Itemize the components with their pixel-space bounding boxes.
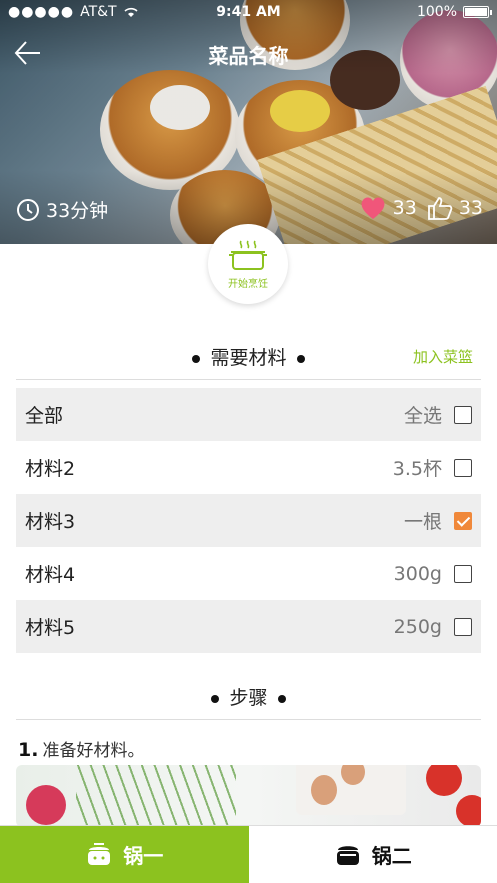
- ingredients-heading: 需要材料: [16, 343, 481, 370]
- nav-bar: 菜品名称: [0, 28, 497, 78]
- ingredient-row[interactable]: 材料4 300g: [16, 547, 481, 600]
- rice-cooker-icon: [88, 842, 111, 865]
- tab-pot-two-label: 锅二: [371, 844, 412, 868]
- ingredient-checkbox[interactable]: [454, 617, 472, 636]
- start-cooking-button[interactable]: 开始烹饪: [208, 224, 288, 304]
- ingredient-row[interactable]: 材料2 3.5杯: [16, 441, 481, 494]
- select-all-label: 全选: [403, 405, 442, 427]
- ingredient-checkbox[interactable]: [454, 458, 472, 477]
- select-all-checkbox[interactable]: [454, 405, 472, 424]
- step-text: 准备好材料。: [42, 741, 145, 761]
- battery-icon: [463, 6, 492, 18]
- ingredient-checkbox-checked[interactable]: [454, 511, 472, 530]
- clock-icon: [17, 198, 39, 221]
- ingredient-row[interactable]: 材料3 一根: [16, 494, 481, 547]
- pot-icon: [229, 240, 267, 270]
- divider: [16, 719, 481, 720]
- cook-time: 33分钟: [16, 196, 108, 223]
- page-title: 菜品名称: [208, 44, 289, 68]
- like-count: 33: [392, 197, 417, 219]
- thumbs-up-icon: [427, 197, 453, 220]
- thumbs-up-count: 33: [458, 197, 483, 219]
- ingredient-row[interactable]: 材料5 250g: [16, 600, 481, 653]
- ingredient-checkbox[interactable]: [454, 564, 472, 583]
- step-number: 1.: [18, 739, 39, 761]
- tab-pot-two[interactable]: 锅二: [248, 826, 497, 883]
- add-to-basket-link[interactable]: 加入菜篮: [413, 346, 473, 367]
- tab-pot-one-label: 锅一: [123, 844, 164, 868]
- step-photo: [16, 765, 481, 827]
- like-button[interactable]: 33: [359, 196, 417, 220]
- rice-cooker-icon: [336, 845, 359, 865]
- ingredient-row-all[interactable]: 全部 全选: [16, 388, 481, 441]
- steps-heading: 步骤: [16, 683, 481, 710]
- battery-percent: 100%: [416, 4, 457, 20]
- start-cooking-label: 开始烹饪: [228, 278, 268, 290]
- hero-image: ●●●●● AT&T 9:41 AM 100% 菜品名称 33分钟 33 33: [0, 0, 497, 244]
- divider: [16, 379, 481, 380]
- ingredient-list: 全部 全选 材料2 3.5杯 材料3 一根 材料4 300g 材料5 250g: [16, 388, 481, 653]
- bottom-tab-bar: 锅一 锅二: [0, 825, 497, 883]
- heart-icon: [361, 197, 385, 219]
- cook-time-value: 33分钟: [46, 200, 109, 222]
- tab-pot-one[interactable]: 锅一: [0, 826, 249, 883]
- thumbs-up-button[interactable]: 33: [427, 196, 483, 220]
- status-bar: ●●●●● AT&T 9:41 AM 100%: [0, 0, 497, 26]
- step-item: 1. 准备好材料。: [18, 736, 144, 761]
